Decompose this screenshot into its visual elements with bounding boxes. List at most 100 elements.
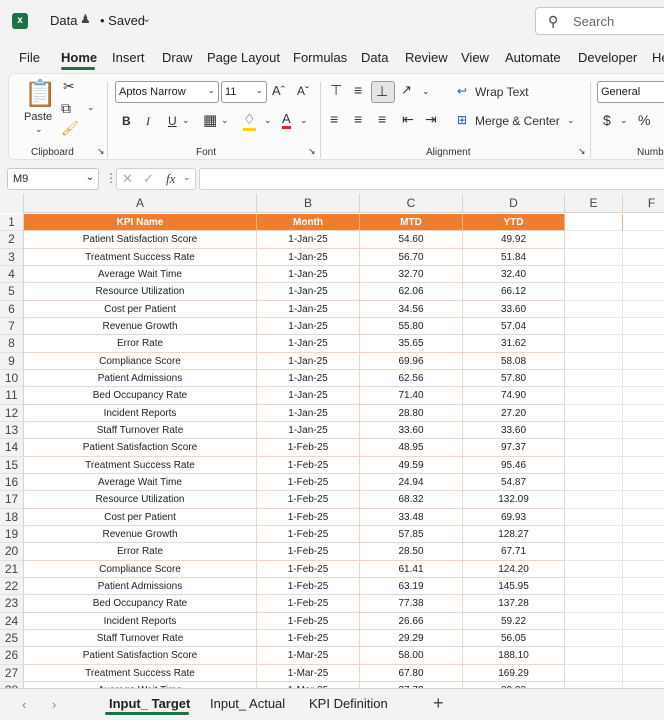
fill-color-dropdown-icon[interactable]: ⌄ (264, 115, 272, 126)
row-number[interactable]: 4 (0, 265, 24, 284)
table-header-cell[interactable]: Month (257, 214, 360, 232)
table-cell[interactable]: 132.09 (463, 491, 565, 509)
underline-button[interactable]: U (168, 114, 177, 128)
empty-cell[interactable] (623, 491, 664, 509)
empty-cell[interactable] (565, 560, 623, 578)
table-cell[interactable]: 54.60 (360, 231, 463, 249)
table-cell[interactable]: 1-Jan-25 (257, 265, 360, 284)
empty-cell[interactable] (565, 214, 623, 232)
empty-cell[interactable] (623, 387, 664, 405)
table-cell[interactable]: 1-Feb-25 (257, 456, 360, 474)
empty-cell[interactable] (565, 352, 623, 370)
table-header-cell[interactable]: MTD (360, 214, 463, 232)
row-number[interactable]: 27 (0, 664, 24, 682)
table-cell[interactable]: 69.93 (463, 508, 565, 526)
align-left-icon[interactable]: ≡ (330, 111, 338, 127)
table-cell[interactable]: 1-Jan-25 (257, 404, 360, 422)
row-number[interactable]: 9 (0, 352, 24, 370)
scroll-left-icon[interactable]: ‹ (22, 697, 26, 712)
empty-cell[interactable] (623, 405, 664, 422)
table-cell[interactable]: 32.70 (360, 265, 463, 284)
table-cell[interactable]: Patient Satisfaction Score (24, 231, 257, 249)
empty-cell[interactable] (623, 474, 664, 492)
empty-cell[interactable] (565, 439, 623, 457)
table-cell[interactable]: 1-Jan-25 (257, 335, 360, 353)
table-cell[interactable]: Patient Satisfaction Score (24, 647, 257, 665)
row-number[interactable]: 5 (0, 283, 24, 301)
table-cell[interactable]: Average Wait Time (24, 265, 257, 284)
tab-view[interactable]: View (461, 50, 489, 65)
orientation-icon[interactable]: ↗ (401, 82, 412, 98)
empty-cell[interactable] (623, 457, 664, 474)
table-cell[interactable]: 1-Jan-25 (257, 300, 360, 318)
empty-cell[interactable] (565, 404, 623, 422)
tab-page-layout[interactable]: Page Layout (207, 50, 280, 65)
empty-cell[interactable] (623, 543, 664, 561)
empty-cell[interactable] (623, 561, 664, 578)
table-header-cell[interactable]: KPI Name (24, 214, 257, 232)
select-all-corner[interactable] (0, 194, 24, 213)
tab-automate[interactable]: Automate (505, 50, 561, 65)
table-cell[interactable]: 56.70 (360, 248, 463, 266)
row-number[interactable]: 19 (0, 525, 24, 544)
table-cell[interactable]: Error Rate (24, 543, 257, 561)
empty-cell[interactable] (623, 283, 664, 301)
column-header-f[interactable]: F (623, 194, 664, 213)
empty-cell[interactable] (623, 526, 664, 544)
tab-home[interactable]: Home (61, 50, 97, 65)
table-cell[interactable]: 1-Feb-25 (257, 508, 360, 526)
currency-button[interactable]: $ (603, 112, 611, 128)
table-cell[interactable]: Patient Satisfaction Score (24, 439, 257, 457)
empty-cell[interactable] (623, 595, 664, 613)
font-color-icon[interactable]: A (282, 111, 291, 129)
table-cell[interactable]: 97.37 (463, 439, 565, 457)
empty-cell[interactable] (565, 525, 623, 544)
chevron-down-icon[interactable]: ⌄ (142, 12, 151, 25)
table-cell[interactable]: 51.84 (463, 248, 565, 266)
currency-dropdown-icon[interactable]: ⌄ (620, 115, 628, 126)
empty-cell[interactable] (623, 647, 664, 665)
empty-cell[interactable] (565, 647, 623, 665)
table-cell[interactable]: 48.95 (360, 439, 463, 457)
empty-cell[interactable] (565, 300, 623, 318)
sheet-tab-input-actual[interactable]: Input_ Actual (210, 696, 285, 711)
tab-formulas[interactable]: Formulas (293, 50, 347, 65)
row-number[interactable]: 1 (0, 214, 24, 232)
table-cell[interactable]: 58.00 (360, 647, 463, 665)
table-cell[interactable]: 1-Jan-25 (257, 231, 360, 249)
empty-cell[interactable] (565, 369, 623, 388)
chevron-down-icon[interactable]: ⌄ (183, 172, 191, 183)
table-cell[interactable]: 74.90 (463, 387, 565, 405)
table-cell[interactable]: Bed Occupancy Rate (24, 595, 257, 613)
empty-cell[interactable] (623, 630, 664, 648)
empty-cell[interactable] (623, 249, 664, 266)
table-cell[interactable]: 124.20 (463, 560, 565, 578)
table-cell[interactable]: 1-Feb-25 (257, 577, 360, 596)
table-cell[interactable]: 1-Jan-25 (257, 283, 360, 301)
table-cell[interactable]: 1-Jan-25 (257, 352, 360, 370)
tab-insert[interactable]: Insert (112, 50, 145, 65)
number-format-select[interactable]: General (597, 81, 664, 103)
table-cell[interactable]: 26.66 (360, 612, 463, 630)
row-number[interactable]: 18 (0, 508, 24, 526)
empty-cell[interactable] (623, 231, 664, 249)
table-cell[interactable]: 33.48 (360, 508, 463, 526)
table-cell[interactable]: 1-Jan-25 (257, 248, 360, 266)
table-cell[interactable]: 28.80 (360, 404, 463, 422)
empty-cell[interactable] (565, 595, 623, 613)
table-cell[interactable]: 57.04 (463, 317, 565, 336)
row-number[interactable]: 14 (0, 439, 24, 457)
row-number[interactable]: 6 (0, 300, 24, 318)
table-cell[interactable]: 1-Feb-25 (257, 595, 360, 613)
table-cell[interactable]: 54.87 (463, 473, 565, 492)
empty-cell[interactable] (565, 456, 623, 474)
table-cell[interactable]: 1-Feb-25 (257, 612, 360, 630)
row-number[interactable]: 2 (0, 231, 24, 249)
table-cell[interactable]: 57.85 (360, 525, 463, 544)
table-cell[interactable]: 1-Jan-25 (257, 387, 360, 405)
table-cell[interactable]: Incident Reports (24, 404, 257, 422)
table-cell[interactable]: 55.80 (360, 317, 463, 336)
row-number[interactable]: 10 (0, 369, 24, 388)
empty-cell[interactable] (565, 491, 623, 509)
row-number[interactable]: 15 (0, 456, 24, 474)
